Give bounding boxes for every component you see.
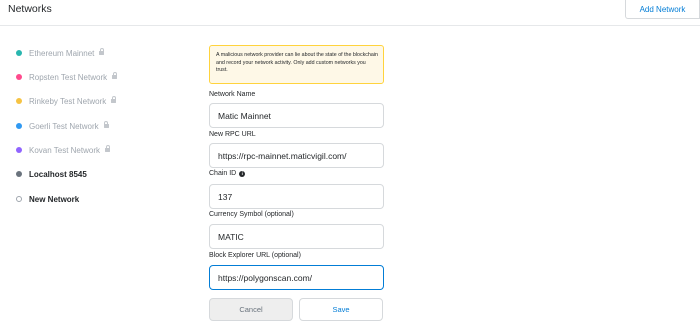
rpc-url-input[interactable] (209, 143, 384, 168)
network-label: Ethereum Mainnet (29, 48, 95, 58)
lock-icon (111, 95, 117, 104)
network-color-dot (16, 74, 22, 80)
rpc-url-label: New RPC URL (209, 131, 256, 138)
lock-icon (112, 71, 118, 80)
sidebar-item-ethereum-mainnet[interactable]: Ethereum Mainnet (16, 46, 105, 60)
block-explorer-label: Block Explorer URL (optional) (209, 252, 301, 259)
lock-icon (99, 47, 105, 56)
sidebar-item-rinkeby-test-network[interactable]: Rinkeby Test Network (16, 94, 117, 108)
info-icon[interactable]: i (239, 170, 246, 177)
lock-icon (103, 120, 109, 129)
sidebar-item-localhost-8545[interactable]: Localhost 8545 (16, 167, 87, 181)
sidebar-item-goerli-test-network[interactable]: Goerli Test Network (16, 119, 109, 133)
sidebar-item-new-network[interactable]: New Network (16, 192, 79, 206)
network-name-input[interactable] (209, 103, 384, 128)
lock-icon (105, 144, 110, 153)
chain-id-input[interactable] (209, 184, 384, 209)
currency-symbol-label: Currency Symbol (optional) (209, 211, 294, 218)
cancel-button[interactable]: Cancel (209, 298, 293, 321)
save-button[interactable]: Save (299, 298, 383, 321)
network-label: Ropsten Test Network (29, 72, 108, 82)
block-explorer-input[interactable] (209, 265, 384, 290)
network-label: Localhost 8545 (29, 169, 87, 179)
page-header: Networks Add Network (0, 0, 700, 26)
chain-id-label-row: Chain ID i (209, 170, 246, 177)
currency-symbol-input[interactable] (209, 224, 384, 249)
network-color-dot (16, 196, 22, 202)
sidebar-item-kovan-test-network[interactable]: Kovan Test Network (16, 143, 110, 157)
network-color-dot (16, 147, 22, 153)
chain-id-label: Chain ID (209, 170, 237, 177)
network-color-dot (16, 123, 22, 129)
network-label: Goerli Test Network (29, 121, 99, 131)
sidebar-item-ropsten-test-network[interactable]: Ropsten Test Network (16, 70, 118, 84)
network-color-dot (16, 98, 22, 104)
page-title: Networks (8, 3, 52, 15)
network-label: Rinkeby Test Network (29, 96, 107, 106)
network-color-dot (16, 50, 22, 56)
network-label: Kovan Test Network (29, 145, 100, 155)
network-color-dot (16, 171, 22, 177)
network-name-label: Network Name (209, 91, 256, 98)
network-label: New Network (29, 194, 80, 204)
add-network-button[interactable]: Add Network (625, 0, 700, 19)
warning-message: A malicious network provider can lie abo… (209, 45, 384, 84)
